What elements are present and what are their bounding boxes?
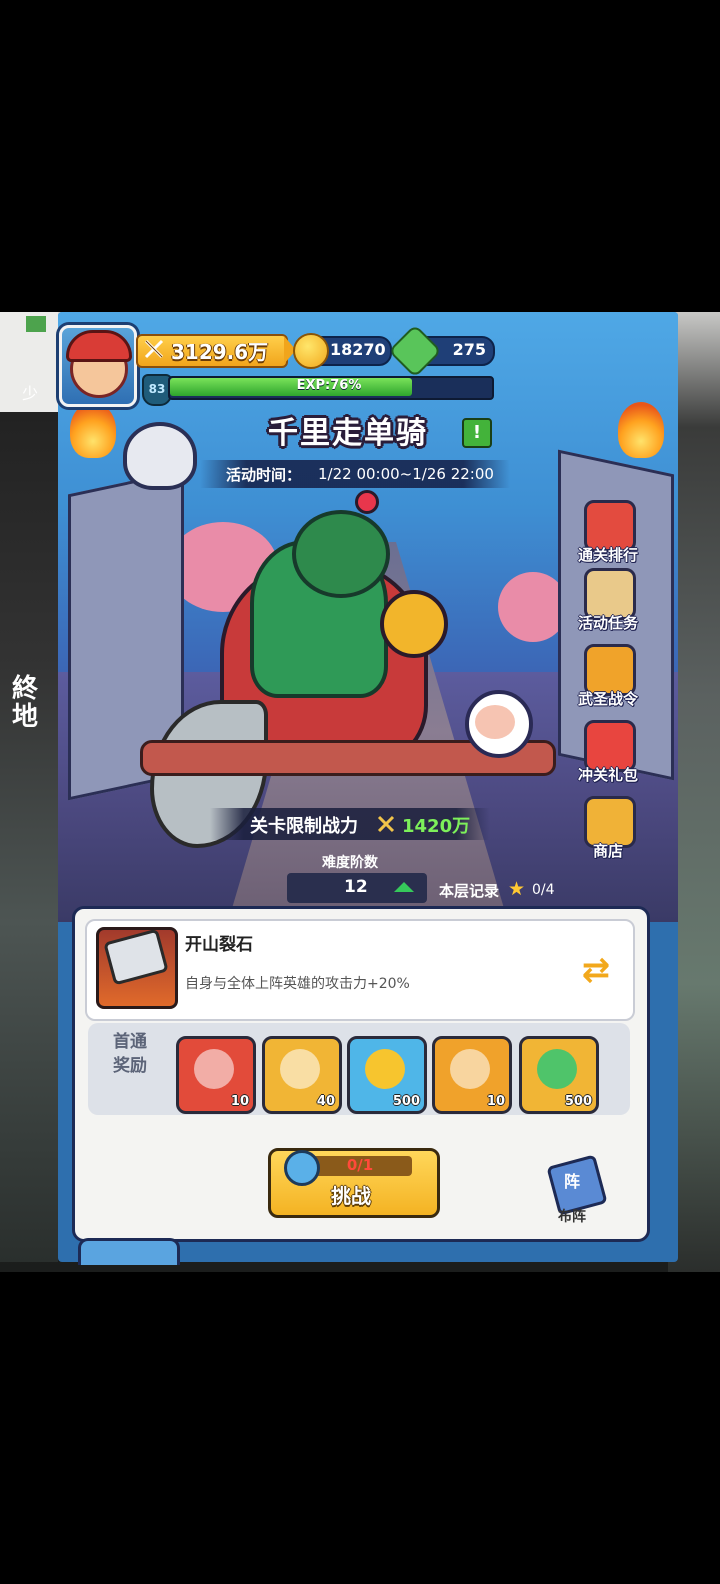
difficulty-up-arrow-icon[interactable]	[394, 882, 414, 892]
green-star-badge-icon	[537, 1049, 577, 1089]
reward-count: 500	[392, 1094, 420, 1109]
menu-button-label: 通关排行	[577, 546, 638, 564]
menu-button-4[interactable]: 商店	[570, 796, 646, 866]
reward-item[interactable]: 40	[262, 1036, 342, 1114]
menu-button-label: 活动任务	[577, 614, 638, 632]
formation-label: 布阵	[558, 1209, 586, 1225]
exp-text: EXP:76%	[296, 378, 362, 393]
coin-value: 18270	[330, 340, 386, 359]
gold-coin-icon	[293, 333, 329, 369]
event-title: 千里走单骑	[268, 416, 428, 451]
reward-count: 10	[230, 1094, 249, 1109]
menu-button-1[interactable]: 活动任务	[570, 568, 646, 638]
menu-button-label: 冲关礼包	[577, 766, 638, 784]
difficulty-label: 难度阶数	[322, 855, 378, 871]
left-dark-strip	[0, 412, 58, 1262]
event-time-label: 活动时间：	[226, 466, 302, 484]
side-text-top: 少	[22, 384, 39, 403]
floor-record-value: 0/4	[532, 882, 555, 898]
challenge-progress-text: 0/1	[346, 1156, 374, 1174]
buff-name: 开山裂石	[185, 935, 253, 955]
orange-gem-icon	[450, 1049, 490, 1089]
window-app-icon	[26, 316, 46, 332]
stage-limit-label: 关卡限制战力	[250, 816, 358, 837]
reward-count: 500	[564, 1094, 592, 1109]
crossed-swords-icon	[377, 815, 395, 833]
ghost-character	[123, 422, 197, 490]
menu-button-0[interactable]: 通关排行	[570, 500, 646, 570]
gold-coin-icon	[365, 1049, 405, 1089]
event-time-value: 1/22 00:00~1/26 22:00	[318, 465, 494, 483]
stage-limit-value: 1420万	[402, 816, 471, 837]
enemy-soldier-face	[475, 705, 515, 739]
menu-button-3[interactable]: 冲关礼包	[570, 720, 646, 790]
bottom-tab-stub[interactable]	[78, 1238, 180, 1265]
side-text-lower-2: 地	[12, 702, 39, 732]
swap-arrows-icon[interactable]: ⇄	[577, 952, 615, 988]
challenge-label: 挑战	[331, 1184, 371, 1208]
formation-icon-text: 阵	[564, 1172, 581, 1191]
right-torch-fire	[618, 402, 664, 458]
hero-pompom-illustration	[355, 490, 379, 514]
reward-count: 40	[316, 1094, 335, 1109]
difficulty-value: 12	[344, 877, 368, 897]
info-alert-icon[interactable]: !	[462, 418, 492, 448]
crossed-swords-icon	[144, 339, 164, 359]
first-clear-reward-label: 首通奖励	[113, 1032, 147, 1076]
buff-description: 自身与全体上阵英雄的攻击力+20%	[185, 976, 410, 992]
hero-helmet-illustration	[292, 510, 390, 598]
reward-item[interactable]: 500	[347, 1036, 427, 1114]
reward-item[interactable]: 500	[519, 1036, 599, 1114]
menu-button-2[interactable]: 武圣战令	[570, 644, 646, 714]
reward-count: 10	[486, 1094, 505, 1109]
hero-general-icon	[280, 1049, 320, 1089]
hero-guanyu-icon	[194, 1049, 234, 1089]
floor-record-label: 本层记录	[439, 882, 500, 900]
gem-value: 275	[452, 340, 486, 359]
combat-power-value: 3129.6万	[171, 340, 269, 364]
reward-item[interactable]: 10	[176, 1036, 256, 1114]
reward-item[interactable]: 10	[432, 1036, 512, 1114]
star-icon: ★	[508, 878, 526, 900]
menu-button-label: 商店	[592, 842, 623, 860]
left-torch-fire	[70, 402, 116, 458]
hero-shoulder-armor	[380, 590, 448, 658]
menu-button-label: 武圣战令	[577, 690, 638, 708]
